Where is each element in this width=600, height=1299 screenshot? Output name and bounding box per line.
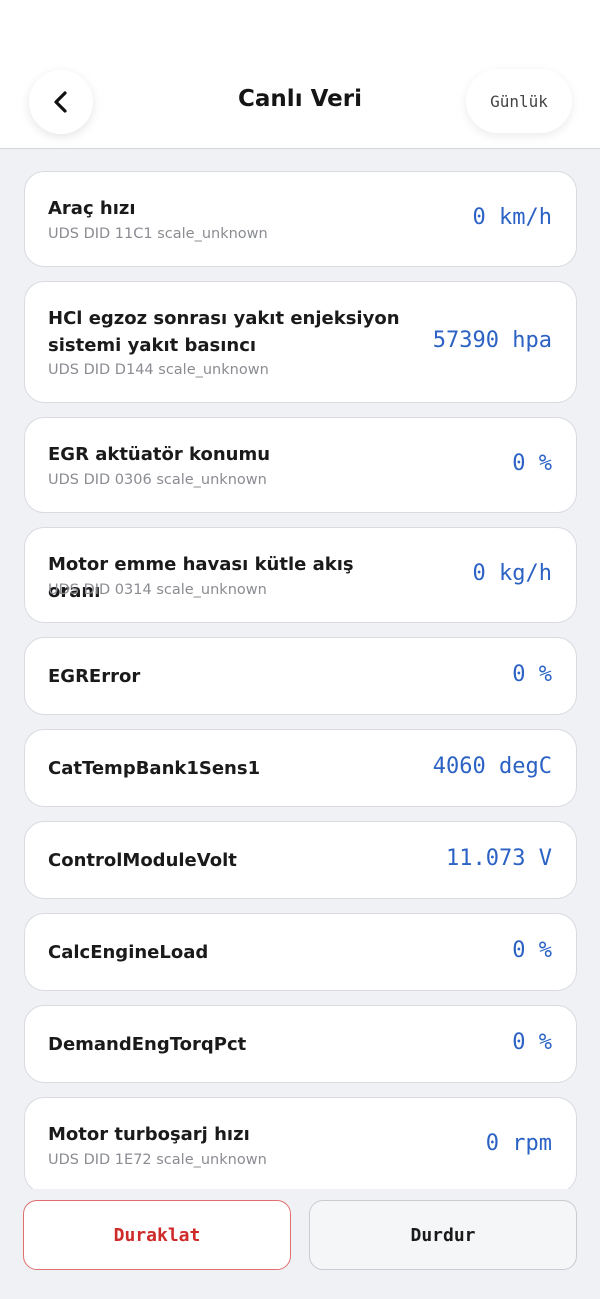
item-value: 0 % bbox=[512, 938, 552, 963]
item-label: HCl egzoz sonrası yakıt enjeksiyon siste… bbox=[48, 308, 400, 356]
item-value: 0 rpm bbox=[485, 1131, 552, 1156]
list-item: CatTempBank1Sens1 4060 degC bbox=[24, 729, 577, 807]
list-item: ControlModuleVolt 11.073 V bbox=[24, 821, 577, 899]
item-label: ControlModuleVolt bbox=[48, 850, 237, 871]
pause-button[interactable]: Duraklat bbox=[23, 1200, 291, 1270]
item-label: Araç hızı bbox=[48, 198, 136, 219]
stop-button[interactable]: Durdur bbox=[309, 1200, 577, 1270]
list-item: Motor turboşarj hızı UDS DID 1E72 scale_… bbox=[24, 1097, 577, 1189]
item-label: Motor turboşarj hızı bbox=[48, 1124, 250, 1145]
list-item: Araç hızı UDS DID 11C1 scale_unknown 0 k… bbox=[24, 171, 577, 267]
item-source: UDS DID 1E72 scale_unknown bbox=[48, 1152, 267, 1168]
item-value: 0 kg/h bbox=[472, 561, 552, 586]
item-value: 57390 hpa bbox=[432, 328, 552, 353]
list-item: HCl egzoz sonrası yakıt enjeksiyon siste… bbox=[24, 281, 577, 403]
item-source: UDS DID 0314 scale_unknown bbox=[48, 582, 267, 598]
list-item: EGR aktüatör konumu UDS DID 0306 scale_u… bbox=[24, 417, 577, 513]
item-value: 0 % bbox=[512, 662, 552, 687]
list-item: EGRError 0 % bbox=[24, 637, 577, 715]
item-label: DemandEngTorqPct bbox=[48, 1034, 247, 1055]
item-label: EGR aktüatör konumu bbox=[48, 444, 271, 465]
item-label: CalcEngineLoad bbox=[48, 942, 209, 963]
live-data-list[interactable]: Araç hızı UDS DID 11C1 scale_unknown 0 k… bbox=[0, 149, 600, 1189]
item-value: 4060 degC bbox=[432, 754, 552, 779]
item-label: EGRError bbox=[48, 666, 141, 687]
list-item: CalcEngineLoad 0 % bbox=[24, 913, 577, 991]
top-bar: Canlı Veri Günlük bbox=[0, 0, 600, 149]
item-value: 0 % bbox=[512, 1030, 552, 1055]
log-button[interactable]: Günlük bbox=[466, 69, 572, 133]
item-source: UDS DID D144 scale_unknown bbox=[48, 362, 269, 378]
item-value: 0 km/h bbox=[472, 205, 552, 230]
item-value: 0 % bbox=[512, 451, 552, 476]
list-item: Motor emme havası kütle akış oranı UDS D… bbox=[24, 527, 577, 623]
item-source: UDS DID 11C1 scale_unknown bbox=[48, 226, 268, 242]
item-source: UDS DID 0306 scale_unknown bbox=[48, 472, 267, 488]
item-label: CatTempBank1Sens1 bbox=[48, 758, 261, 779]
list-item: DemandEngTorqPct 0 % bbox=[24, 1005, 577, 1083]
item-value: 11.073 V bbox=[446, 846, 552, 871]
